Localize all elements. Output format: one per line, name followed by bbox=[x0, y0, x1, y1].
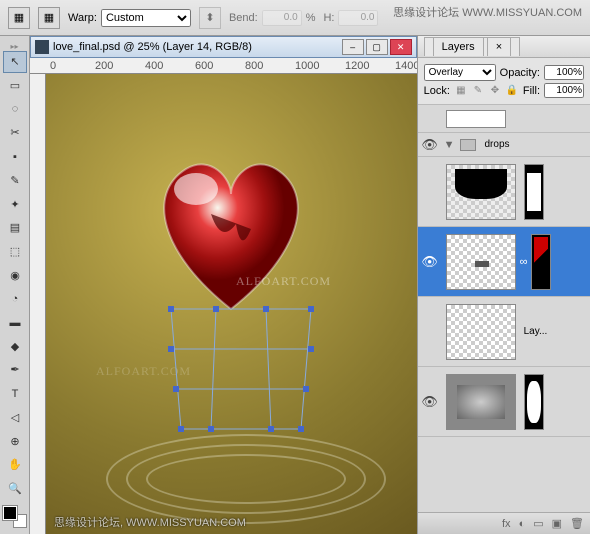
mask-thumbnail bbox=[524, 374, 544, 430]
maximize-button[interactable]: ▢ bbox=[366, 39, 388, 55]
lock-transparency-icon[interactable]: ▦ bbox=[454, 84, 468, 98]
lock-label: Lock: bbox=[424, 85, 450, 97]
layer-row[interactable]: Lay... bbox=[418, 297, 590, 367]
brush-tool[interactable]: ✎ bbox=[3, 170, 27, 192]
layer-thumbnail bbox=[446, 304, 516, 360]
folder-icon bbox=[460, 139, 476, 151]
orientation-icon[interactable]: ⬍ bbox=[199, 7, 221, 29]
close-button[interactable]: ✕ bbox=[390, 39, 412, 55]
warp-mesh-icon[interactable]: ▦ bbox=[38, 7, 60, 29]
pen-tool[interactable]: ✒ bbox=[3, 359, 27, 381]
layer-thumbnail bbox=[446, 374, 516, 430]
fx-icon[interactable]: fx bbox=[502, 518, 511, 530]
shape-tool[interactable]: ▬ bbox=[3, 312, 27, 334]
lock-position-icon[interactable]: ✥ bbox=[488, 84, 502, 98]
heart-artwork bbox=[141, 154, 321, 314]
layers-panel: Layers × Overlay Opacity: Lock: ▦ ✎ ✥ 🔒 … bbox=[417, 36, 590, 534]
crop-tool[interactable]: ✂ bbox=[3, 122, 27, 144]
blend-mode-select[interactable]: Overlay bbox=[424, 64, 496, 81]
type-tool[interactable]: T bbox=[3, 383, 27, 405]
adjustment-icon[interactable]: ▭ bbox=[533, 517, 543, 530]
zoom-tool[interactable]: ⊕ bbox=[3, 430, 27, 452]
alfoart-watermark: ALFOART.COM bbox=[236, 274, 331, 289]
document-icon bbox=[35, 40, 49, 54]
minimize-button[interactable]: – bbox=[342, 39, 364, 55]
link-icon: ∞ bbox=[520, 256, 528, 268]
layer-row[interactable] bbox=[418, 157, 590, 227]
ruler-horizontal: 0 200 400 600 800 1000 1200 1400 bbox=[30, 58, 417, 74]
visibility-toggle[interactable]: 👁 bbox=[418, 254, 442, 270]
new-layer-icon[interactable]: ▣ bbox=[552, 517, 562, 530]
expand-arrow-icon[interactable]: ▼ bbox=[444, 139, 455, 151]
lock-pixels-icon[interactable]: ✎ bbox=[471, 84, 485, 98]
h-label: H: bbox=[323, 12, 334, 24]
color-swatches[interactable] bbox=[3, 506, 27, 528]
gradient-tool[interactable]: ⬚ bbox=[3, 241, 27, 263]
bend-pct: % bbox=[306, 12, 316, 24]
marquee-tool[interactable]: ▭ bbox=[3, 75, 27, 97]
canvas[interactable]: ALFOART.COM ALFOART.COM bbox=[46, 74, 417, 534]
visibility-toggle[interactable]: 👁 bbox=[418, 137, 442, 153]
h-input[interactable] bbox=[338, 10, 378, 26]
fill-label: Fill: bbox=[523, 85, 540, 97]
bend-input[interactable] bbox=[262, 10, 302, 26]
blur-tool[interactable]: ◔ bbox=[3, 288, 27, 310]
layer-row-selected[interactable]: 👁 ∞ bbox=[418, 227, 590, 297]
document-titlebar[interactable]: love_final.psd @ 25% (Layer 14, RGB/8) –… bbox=[30, 36, 417, 58]
watermark-top: 思缘设计论坛 WWW.MISSYUAN.COM bbox=[393, 4, 582, 20]
warp-preset-select[interactable]: Custom bbox=[101, 9, 191, 27]
slice-tool[interactable]: ▪ bbox=[3, 146, 27, 168]
ruler-vertical bbox=[30, 74, 46, 534]
layer-thumbnail bbox=[446, 234, 516, 290]
move-tool[interactable]: ↖ bbox=[3, 51, 27, 73]
opacity-label: Opacity: bbox=[500, 67, 540, 79]
path-tool[interactable]: ◆ bbox=[3, 335, 27, 357]
trash-icon[interactable]: 🗑 bbox=[570, 517, 584, 530]
group-name: drops bbox=[484, 139, 509, 150]
layers-tab[interactable]: Layers × bbox=[424, 37, 521, 56]
warp-transform-grid[interactable] bbox=[161, 304, 321, 434]
layer-row[interactable] bbox=[418, 105, 590, 133]
fill-input[interactable] bbox=[544, 83, 584, 98]
opacity-input[interactable] bbox=[544, 65, 584, 80]
mask-thumbnail bbox=[524, 164, 544, 220]
toolbox: ▸▸ ↖ ▭ ◌ ✂ ▪ ✎ ✦ ▤ ⬚ ◉ ◔ ▬ ◆ ✒ T ◁ ⊕ ✋ 🔍 bbox=[0, 36, 30, 534]
document-title: love_final.psd @ 25% (Layer 14, RGB/8) bbox=[53, 41, 252, 53]
dodge-tool[interactable]: ◉ bbox=[3, 264, 27, 286]
panel-footer: fx ◐ ▭ ▣ 🗑 bbox=[418, 512, 590, 534]
lock-all-icon[interactable]: 🔒 bbox=[505, 84, 519, 98]
lasso-tool[interactable]: ◌ bbox=[3, 98, 27, 120]
visibility-toggle[interactable]: 👁 bbox=[418, 394, 442, 410]
layer-row[interactable]: 👁 bbox=[418, 367, 590, 437]
mask-icon[interactable]: ◐ bbox=[519, 518, 526, 530]
layer-thumbnail bbox=[446, 164, 516, 220]
warp-label: Warp: bbox=[68, 12, 97, 24]
eraser-tool[interactable]: ▤ bbox=[3, 217, 27, 239]
watermark-bottom: 思缘设计论坛, WWW.MISSYUAN.COM bbox=[54, 514, 246, 530]
layer-list: 👁 ▼ drops 👁 ∞ Lay... � bbox=[418, 105, 590, 512]
hand-tool[interactable]: ✋ bbox=[3, 454, 27, 476]
layer-name: Lay... bbox=[524, 326, 548, 337]
bend-label: Bend: bbox=[229, 12, 258, 24]
transform-icon[interactable]: ▦ bbox=[8, 7, 30, 29]
direct-select-tool[interactable]: ◁ bbox=[3, 407, 27, 429]
magnify-tool[interactable]: 🔍 bbox=[3, 478, 27, 500]
mask-thumbnail bbox=[531, 234, 551, 290]
group-row[interactable]: 👁 ▼ drops bbox=[418, 133, 590, 157]
stamp-tool[interactable]: ✦ bbox=[3, 193, 27, 215]
